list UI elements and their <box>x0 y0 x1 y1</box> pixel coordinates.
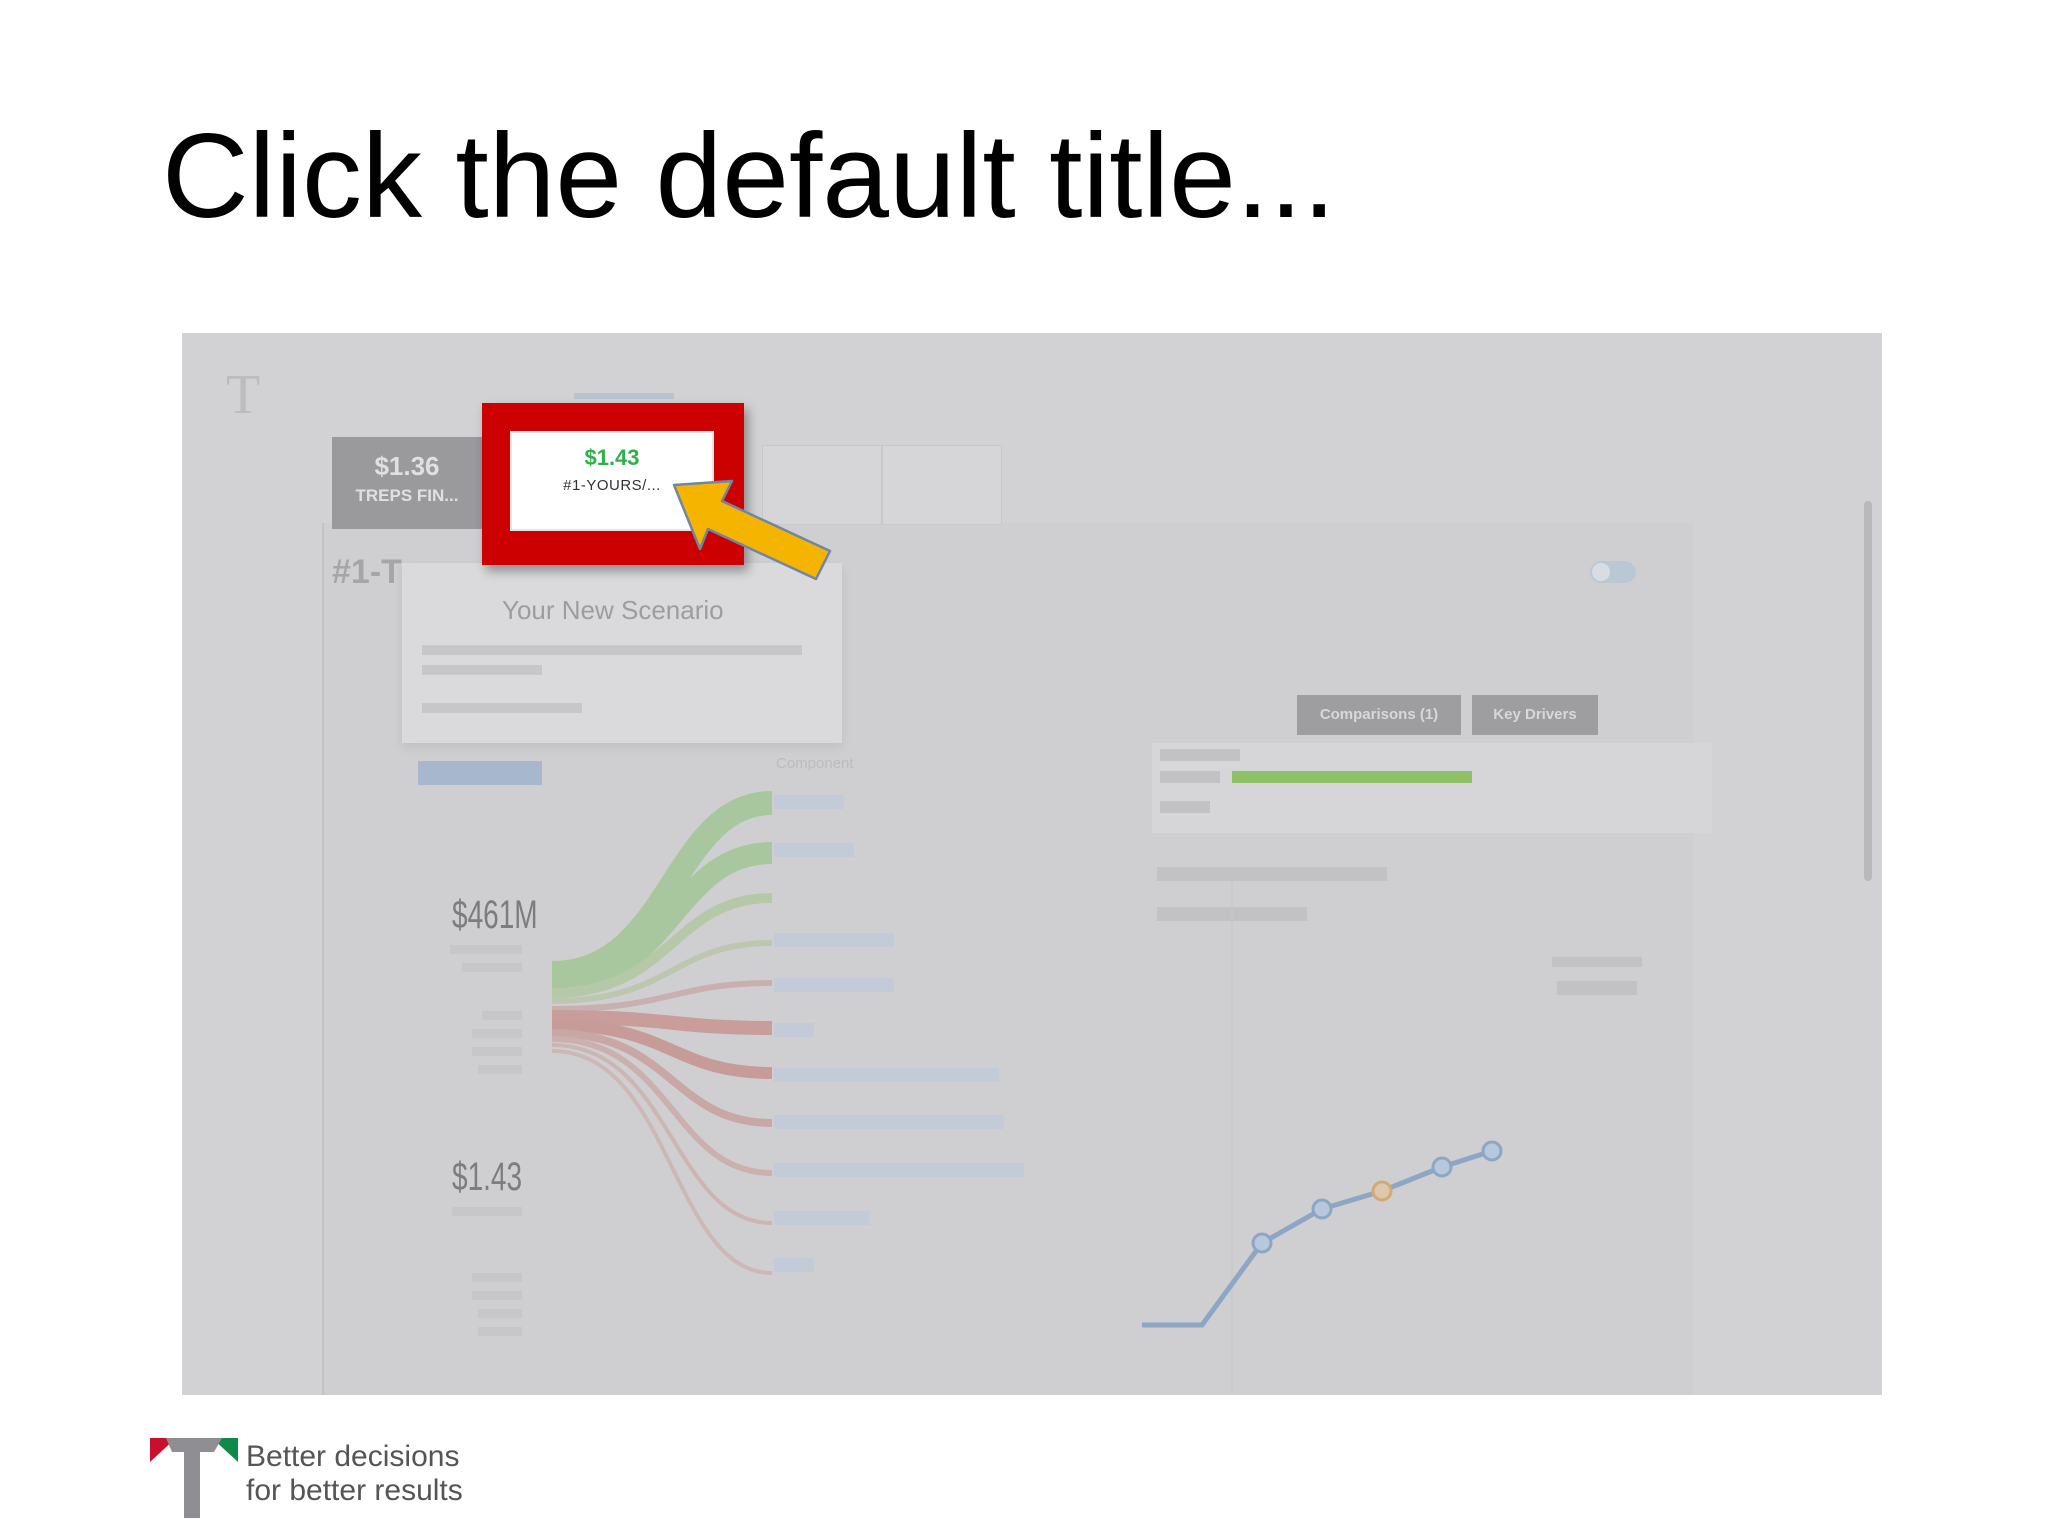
t-logo-icon <box>150 1438 238 1518</box>
component-label: Component <box>776 755 854 772</box>
nav-active-indicator <box>574 393 674 399</box>
popup-title: Your New Scenario <box>502 595 724 625</box>
popup-text-line <box>422 645 802 655</box>
component-link[interactable] <box>774 843 854 857</box>
blend-label <box>862 565 866 581</box>
value-caption-line <box>462 963 522 972</box>
tagline-line-2: for better results <box>246 1474 463 1507</box>
comparison-panel <box>1152 743 1712 833</box>
popup-text-line <box>422 665 542 675</box>
forecast-tab-value: $1.36 <box>374 451 440 481</box>
value-caption-line <box>478 1065 522 1074</box>
forecast-tab-label: TREPS FIN... <box>355 486 459 505</box>
scenario-heading: #1-T <box>332 553 402 591</box>
value-caption-line <box>472 1047 522 1056</box>
panel-text-line <box>1160 749 1240 761</box>
app-screenshot: T $1.36 TREPS FIN... #1-T Your New Scena… <box>182 333 1882 1395</box>
component-link[interactable] <box>774 933 894 947</box>
component-link[interactable] <box>774 1068 999 1082</box>
new-scenario-popup: Your New Scenario <box>402 563 842 743</box>
value-caption-line <box>450 945 522 954</box>
toggle-switch[interactable] <box>1590 561 1636 583</box>
sankey-flows <box>551 791 773 1275</box>
component-link[interactable] <box>774 1258 814 1272</box>
value-caption-line <box>482 1011 522 1020</box>
pointer-arrow-icon <box>672 479 832 581</box>
component-link[interactable] <box>774 978 894 992</box>
value-caption-line <box>472 1291 522 1300</box>
app-logo-icon: T <box>226 364 261 426</box>
value-caption-line <box>478 1309 522 1318</box>
footer-tagline: Better decisions for better results <box>246 1440 463 1508</box>
comparison-bar <box>1232 771 1472 783</box>
year-dropdown[interactable] <box>418 761 542 785</box>
component-link[interactable] <box>774 1163 1024 1177</box>
forecast-tab-ghost-2[interactable] <box>882 445 1002 525</box>
tab-comparisons[interactable]: Comparisons (1) <box>1297 695 1461 735</box>
slide-title: Click the default title... <box>162 109 1336 243</box>
popup-text-line <box>422 703 582 713</box>
forecast-tab-value: $1.43 <box>584 445 640 470</box>
component-link[interactable] <box>774 1211 869 1225</box>
forecast-line-chart <box>1142 873 1503 1393</box>
tab-key-drivers[interactable]: Key Drivers <box>1472 695 1598 735</box>
tagline-line-1: Better decisions <box>246 1440 460 1473</box>
tab-components[interactable] <box>1152 695 1292 735</box>
scrollbar[interactable] <box>1864 501 1872 881</box>
panel-text-line <box>1160 771 1220 783</box>
nav-item <box>572 371 576 387</box>
component-link[interactable] <box>774 795 844 809</box>
value-caption-line <box>472 1029 522 1038</box>
panel-text-line <box>1160 801 1210 813</box>
forecast-tab-treps[interactable]: $1.36 TREPS FIN... <box>332 437 482 529</box>
component-link[interactable] <box>774 1023 814 1037</box>
eps-value: $1.43 <box>452 1155 523 1199</box>
value-caption-line <box>478 1327 522 1336</box>
app-logo-text-placeholder <box>282 361 422 379</box>
component-link[interactable] <box>774 1115 1004 1129</box>
value-caption-line <box>472 1273 522 1282</box>
value-caption-line <box>452 1207 522 1216</box>
net-income-value: $461M <box>452 893 538 937</box>
